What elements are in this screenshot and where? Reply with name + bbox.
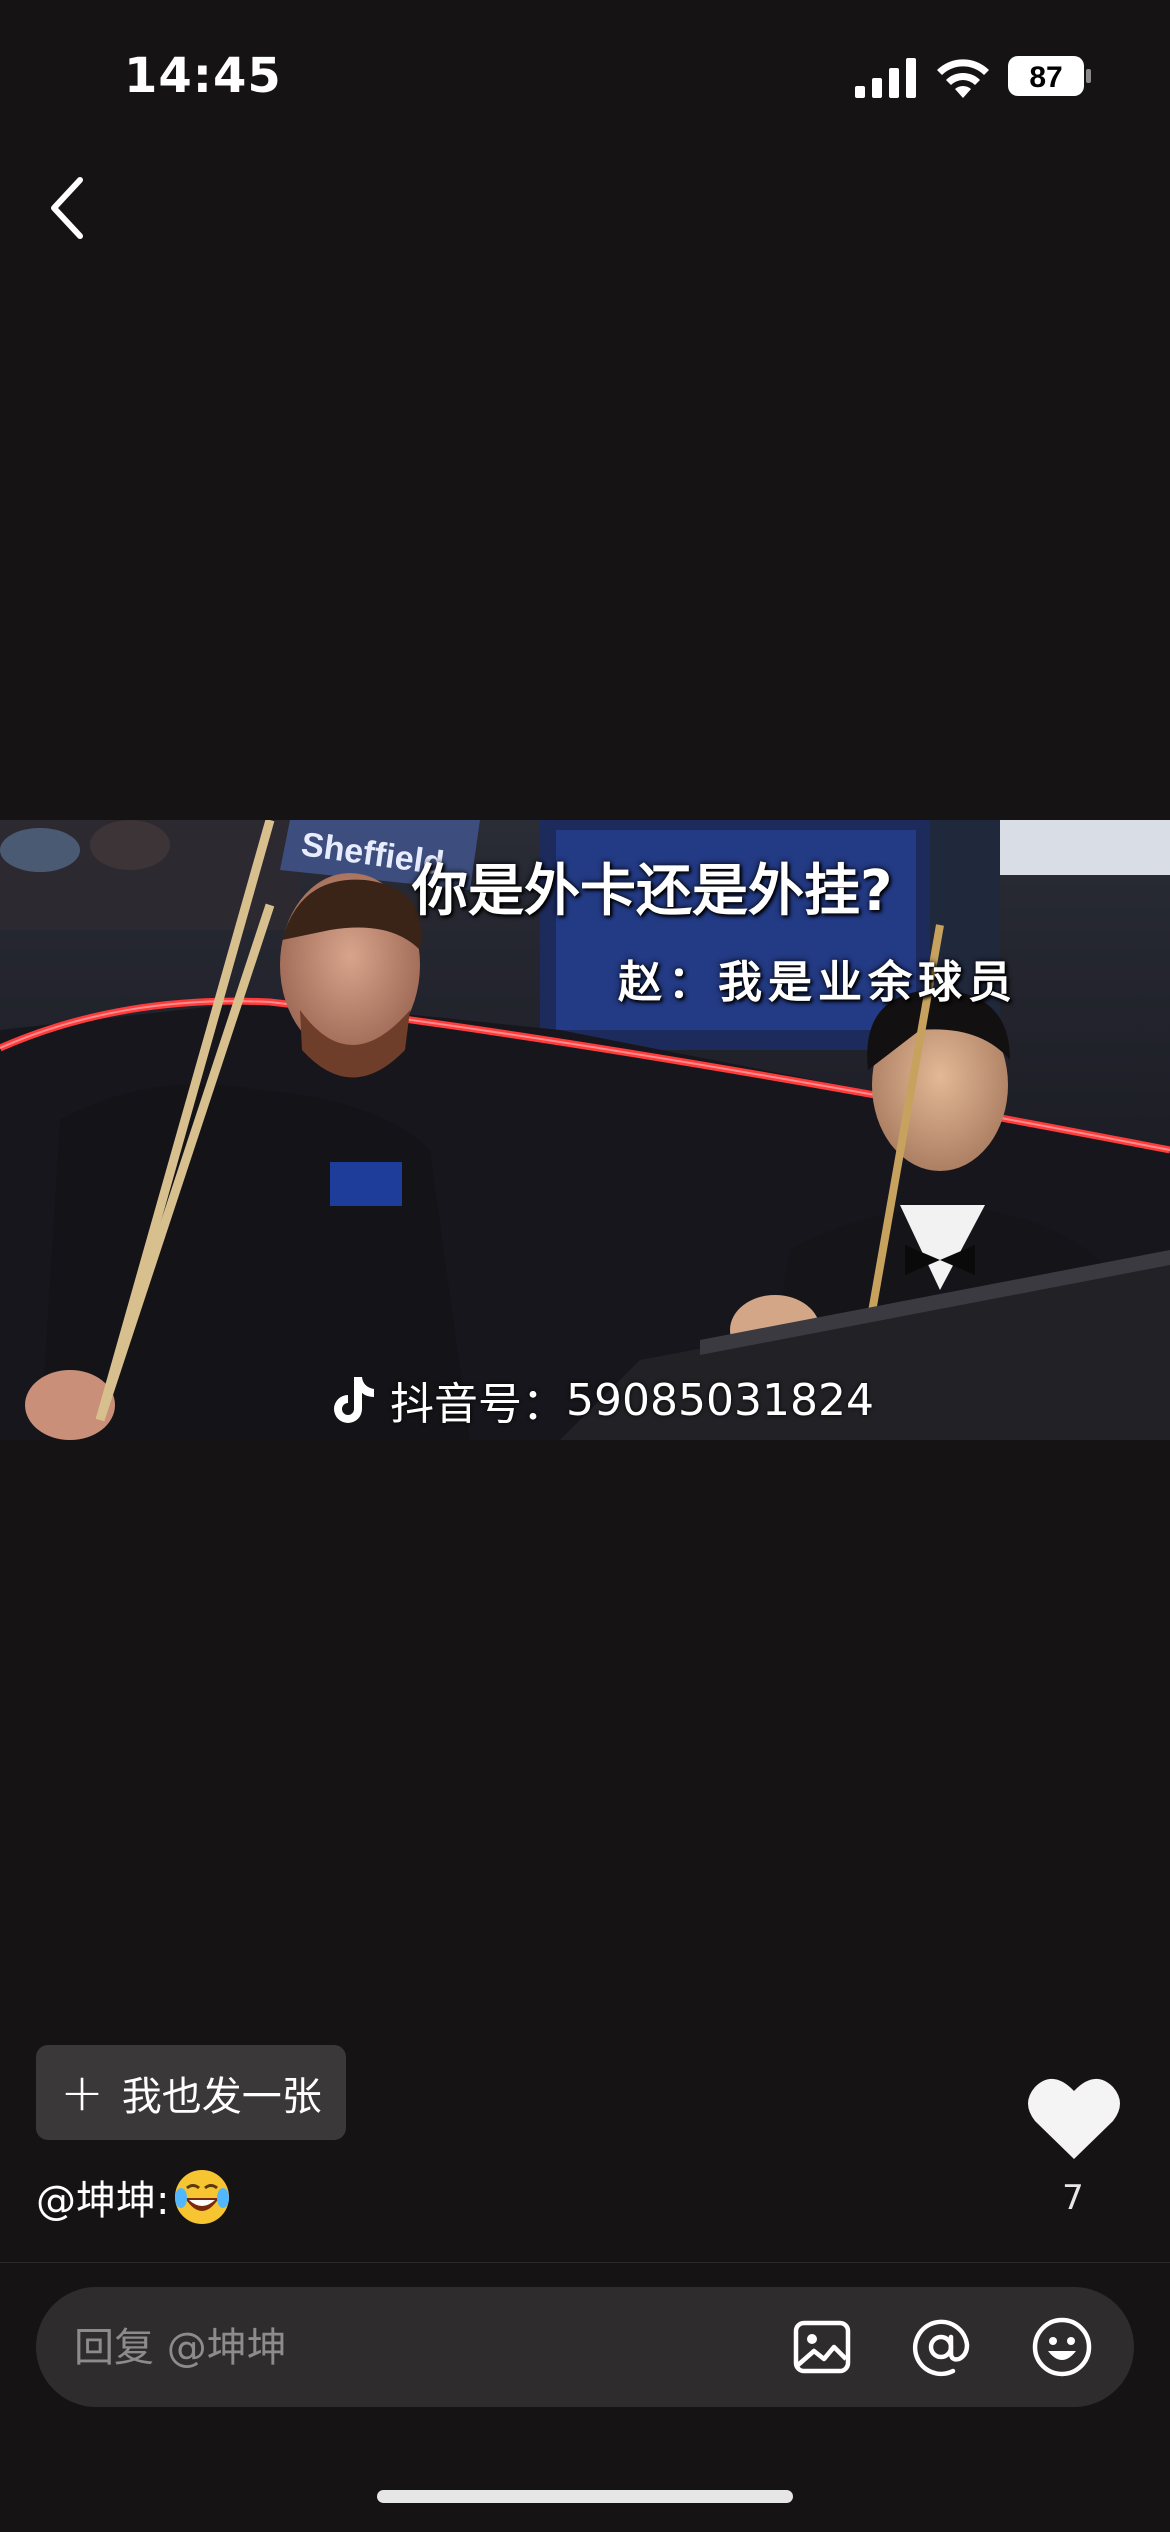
divider: [0, 2262, 1170, 2263]
post-too-button[interactable]: + 我也发一张: [36, 2045, 346, 2140]
signal-icon: [855, 58, 916, 98]
watermark-id: 59085031824: [566, 1374, 874, 1426]
back-icon[interactable]: [40, 170, 100, 246]
post-image[interactable]: Sheffield 你是外卡还是外挂? 赵：我是业余球员 抖音号： 590850…: [0, 820, 1170, 1440]
heart-icon[interactable]: [1027, 2075, 1121, 2161]
caption-line-2: 赵：我是业余球员: [618, 957, 1018, 1008]
caption-line-1: 你是外卡还是外挂?: [412, 859, 893, 924]
comment-line: @坤坤:: [36, 2168, 231, 2226]
laughing-crying-emoji-icon: [175, 2170, 230, 2224]
watermark-label: 抖音号：: [390, 1379, 566, 1430]
like-count: 7: [1062, 2178, 1084, 2218]
status-time: 14:45: [124, 48, 282, 104]
at-icon[interactable]: [909, 2315, 973, 2379]
douyin-watermark: 抖音号： 59085031824: [330, 1368, 874, 1432]
emoji-icon[interactable]: [1030, 2315, 1094, 2379]
status-bar: 14:45 87: [0, 0, 1170, 150]
battery-icon: 87: [1008, 56, 1092, 96]
tiktok-logo-icon: [334, 1377, 374, 1423]
wifi-icon: [937, 59, 989, 98]
home-indicator[interactable]: [377, 2490, 793, 2503]
reply-input[interactable]: [72, 2315, 716, 2381]
battery-level: 87: [1029, 61, 1062, 94]
post-too-label: 我也发一张: [121, 2073, 322, 2120]
plus-icon: +: [60, 2062, 104, 2123]
comment-author[interactable]: @坤坤:: [36, 2168, 169, 2226]
image-icon[interactable]: [790, 2315, 854, 2379]
